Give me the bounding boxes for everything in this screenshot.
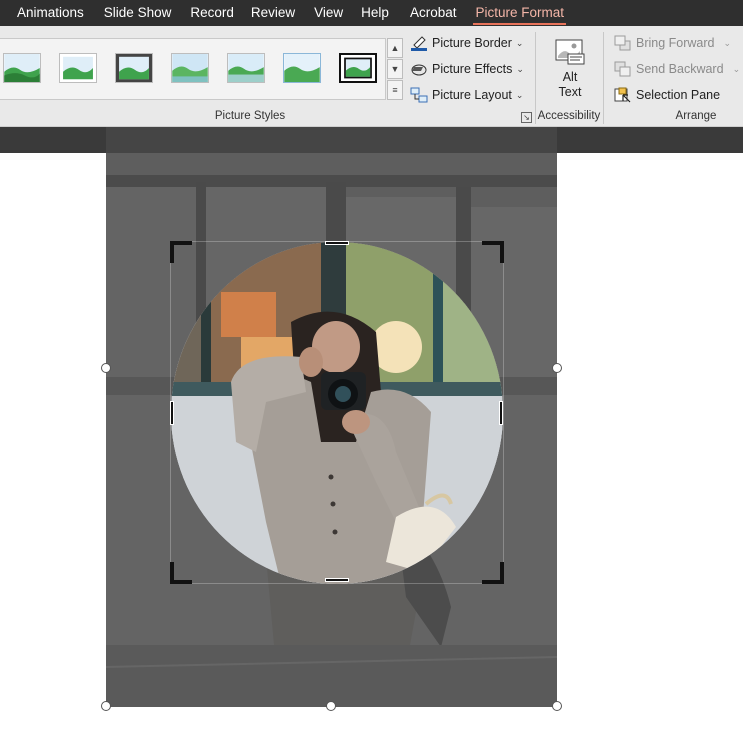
person-with-camera-photo <box>171 242 503 584</box>
tab-acrobat[interactable]: Acrobat <box>402 0 465 26</box>
picture-style-2[interactable] <box>59 53 97 83</box>
chevron-down-icon: ⌄ <box>732 63 741 74</box>
tab-view[interactable]: View <box>306 0 351 26</box>
picture-styles-gallery <box>0 38 386 100</box>
ribbon: ▲ ▼ ≡ Picture Border ⌄ Picture Effects ⌄ P… <box>0 26 743 127</box>
layout-icon <box>410 87 428 103</box>
picture-effects-button[interactable]: Picture Effects ⌄ <box>410 58 524 80</box>
tab-review[interactable]: Review <box>243 0 303 26</box>
picture-layout-button[interactable]: Picture Layout ⌄ <box>410 84 523 106</box>
crop-handle-top-left[interactable] <box>170 241 192 263</box>
resize-handle-bottom-right[interactable] <box>552 701 562 711</box>
resize-handle-bottom-left[interactable] <box>101 701 111 711</box>
group-label-picture-styles: Picture Styles <box>214 110 286 122</box>
crop-handle-top[interactable] <box>325 241 349 245</box>
landscape-thumbnail-icon <box>119 56 149 80</box>
crop-handle-bottom-left[interactable] <box>170 562 192 584</box>
chevron-down-icon: ⌄ <box>516 63 524 74</box>
dialog-launcher-icon[interactable]: ↘ <box>521 112 532 123</box>
resize-handle-bottom[interactable] <box>326 701 336 711</box>
crop-handle-bottom-right[interactable] <box>482 562 504 584</box>
pencil-border-icon <box>410 35 428 51</box>
tab-slide-show[interactable]: Slide Show <box>96 0 180 26</box>
group-label-accessibility: Accessibility <box>537 110 601 122</box>
landscape-thumbnail-icon <box>284 54 320 82</box>
send-backward-button[interactable]: Send Backward ⌄ <box>614 58 740 80</box>
landscape-thumbnail-icon <box>172 54 208 82</box>
gallery-down-button[interactable]: ▼ <box>387 59 403 79</box>
landscape-thumbnail-icon <box>228 54 264 82</box>
group-separator <box>603 32 604 124</box>
tab-record[interactable]: Record <box>182 0 242 26</box>
picture-style-4[interactable] <box>171 53 209 83</box>
picture-style-3[interactable] <box>115 53 153 83</box>
group-label-arrange: Arrange <box>675 110 717 122</box>
gallery-more-button[interactable]: ≡ <box>387 80 403 100</box>
chevron-down-icon: ⌄ <box>515 89 524 100</box>
crop-handle-left[interactable] <box>170 401 174 425</box>
alt-text-icon <box>555 39 585 65</box>
alt-text-button[interactable]: Alt Text <box>548 36 592 100</box>
bring-forward-button[interactable]: Bring Forward ⌄ <box>614 32 731 54</box>
chevron-down-icon: ⌄ <box>723 37 732 48</box>
crop-handle-top-right[interactable] <box>482 241 504 263</box>
ribbon-tab-bar: Animations Slide Show Record Review View… <box>0 0 743 26</box>
gallery-up-button[interactable]: ▲ <box>387 38 403 58</box>
tab-help[interactable]: Help <box>353 0 397 26</box>
tab-picture-format[interactable]: Picture Format <box>467 0 572 26</box>
picture-style-1[interactable] <box>3 53 41 83</box>
crop-handle-right[interactable] <box>499 401 503 425</box>
picture-style-5[interactable] <box>227 53 265 83</box>
picture-border-button[interactable]: Picture Border ⌄ <box>410 32 523 54</box>
landscape-thumbnail-icon <box>4 54 40 82</box>
circle-cropped-photo[interactable] <box>171 242 503 584</box>
gallery-scroll: ▲ ▼ ≡ <box>387 38 403 100</box>
resize-handle-right[interactable] <box>552 363 562 373</box>
selection-pane-icon <box>614 87 632 103</box>
selection-pane-button[interactable]: Selection Pane <box>614 84 720 106</box>
picture-style-7[interactable] <box>339 53 377 83</box>
effects-icon <box>410 61 428 77</box>
landscape-thumbnail-icon <box>63 56 93 80</box>
resize-handle-left[interactable] <box>101 363 111 373</box>
chevron-down-icon: ⌄ <box>515 37 524 48</box>
send-backward-icon <box>614 61 632 77</box>
picture-style-6[interactable] <box>283 53 321 83</box>
bring-forward-icon <box>614 35 632 51</box>
landscape-thumbnail-icon <box>341 55 375 81</box>
powerpoint-window: Animations Slide Show Record Review View… <box>0 0 743 747</box>
tab-animations[interactable]: Animations <box>9 0 92 26</box>
crop-handle-bottom[interactable] <box>325 578 349 582</box>
